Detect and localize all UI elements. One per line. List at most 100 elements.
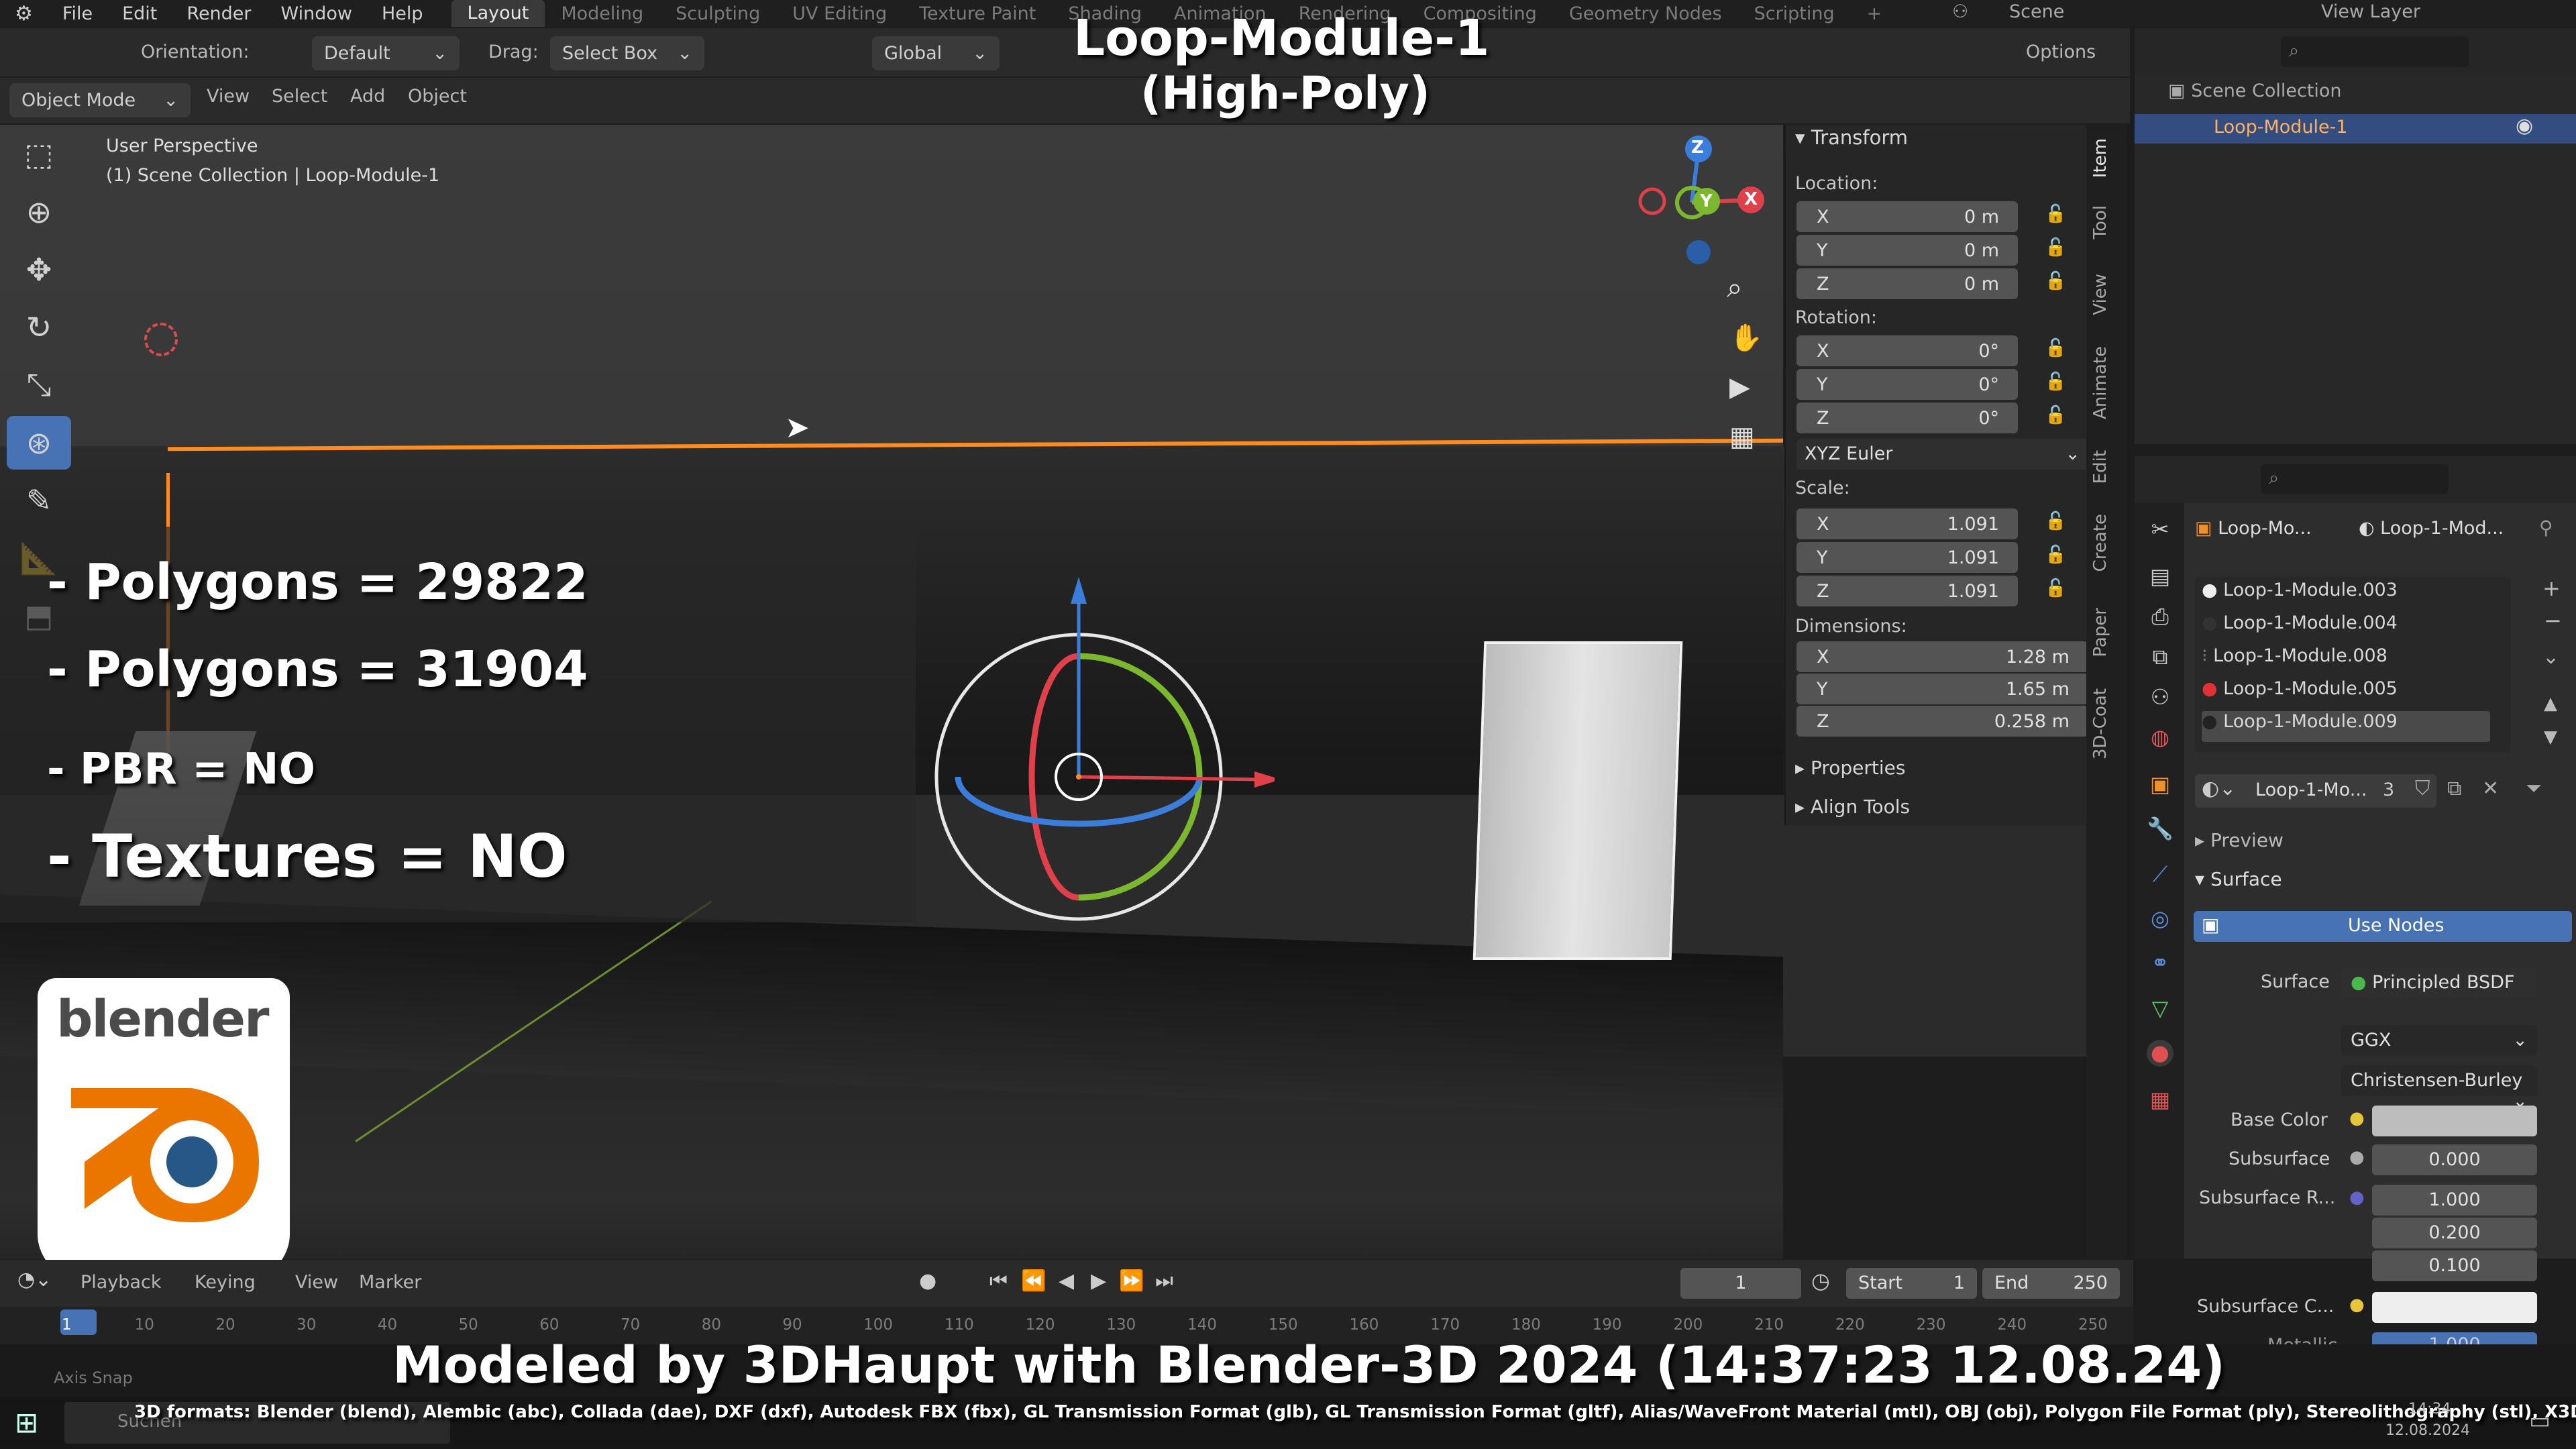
windows-start-icon[interactable]: ⊞ [15,1406,38,1439]
play-icon[interactable]: ▶ [1091,1269,1106,1293]
transform-section-header[interactable]: ▾ Transform [1795,126,1908,149]
tab-3d-coat[interactable]: 3D-Coat [2090,688,2123,759]
tab-item[interactable]: Item [2090,138,2123,178]
mode-dropdown[interactable]: Object Mode ⌄ [9,83,191,117]
material-filter-icon[interactable]: ⏷ [2526,777,2542,800]
world-tab-icon[interactable]: ◍ [2147,724,2174,751]
tool-tab-icon[interactable]: ✂ [2147,517,2174,543]
align-tools-section-header[interactable]: ▸ Align Tools [1795,796,1910,818]
select-box-tool-icon[interactable]: ⬚ [7,127,71,181]
subsurface-radius-y-field[interactable]: 0.200 [2372,1218,2537,1248]
notification-icon[interactable]: ▭ [2529,1407,2551,1434]
lock-icon[interactable]: 🔓 [2045,545,2072,572]
tab-uv-editing[interactable]: UV Editing [776,3,903,24]
subsurface-radius-z-field[interactable]: 0.100 [2372,1250,2537,1281]
list-item[interactable]: ● Loop-1-Module.004 [2202,612,2490,643]
fake-user-icon[interactable]: ⛉ [2415,777,2430,800]
drag-dropdown[interactable]: Select Box ⌄ [550,36,704,70]
dimensions-x-field[interactable]: X 1.28 m [1796,641,2088,672]
render-tab-icon[interactable]: ▤ [2147,564,2174,590]
dimensions-z-field[interactable]: Z 0.258 m [1796,706,2088,737]
scene-tab-icon[interactable]: ⚇ [2147,684,2174,711]
subsurface-color-swatch[interactable] [2372,1292,2537,1323]
play-reverse-icon[interactable]: ◀ [1059,1269,1074,1293]
tab-edit[interactable]: Edit [2090,450,2123,484]
scene-selector[interactable]: Scene [2009,1,2064,22]
marker-menu[interactable]: Marker [359,1272,421,1293]
constraints-tab-icon[interactable]: ⚭ [2147,950,2174,977]
subsurface-method-dropdown[interactable]: Christensen-Burley ⌄ [2341,1065,2537,1112]
subsurface-radius-x-field[interactable]: 1.000 [2372,1185,2537,1216]
tab-paper[interactable]: Paper [2090,608,2123,657]
move-down-button[interactable]: ▼ [2544,727,2557,747]
move-up-button[interactable]: ▲ [2544,694,2557,714]
move-tool-icon[interactable]: ✥ [7,243,71,297]
transform-tool-icon[interactable]: ⊛ [7,416,71,470]
jump-end-icon[interactable]: ⏭ [1155,1269,1173,1293]
location-x-field[interactable]: X 0 m [1796,201,2018,232]
rotation-z-field[interactable]: Z 0° [1796,402,2018,433]
zoom-icon[interactable]: ⌕ [1727,271,1743,305]
tab-create[interactable]: Create [2090,514,2123,572]
record-button-icon[interactable]: ● [919,1269,936,1293]
outliner-search-input[interactable]: ⌕ [2281,36,2469,67]
lock-icon[interactable]: 🔓 [2045,338,2072,365]
menu-edit[interactable]: Edit [107,3,172,24]
rotation-mode-dropdown[interactable]: XYZ Euler ⌄ [1796,439,2088,470]
orientation-dropdown[interactable]: Default ⌄ [312,36,460,70]
scale-z-field[interactable]: Z 1.091 [1796,576,2018,606]
distribution-dropdown[interactable]: GGX ⌄ [2341,1025,2537,1056]
rotation-y-field[interactable]: Y 0° [1796,369,2018,400]
grid-view-icon[interactable]: ▦ [1729,421,1755,452]
material-breadcrumb[interactable]: ◐ Loop-1-Mod... [2359,518,2504,539]
tab-scripting[interactable]: Scripting [1738,3,1851,24]
material-tab-icon[interactable]: ● [2147,1040,2174,1067]
modifier-tab-icon[interactable]: 🔧 [2147,816,2174,843]
outliner-item-row[interactable] [2135,114,2576,144]
tab-sculpting[interactable]: Sculpting [659,3,776,24]
visibility-eye-icon[interactable]: ◉ [2516,114,2533,138]
timeline-view-menu[interactable]: View [295,1272,338,1293]
view-layer-tab-icon[interactable]: ⧉ [2147,644,2174,671]
playback-menu[interactable]: Playback [80,1272,161,1293]
jump-start-icon[interactable]: ⏮ [989,1269,1008,1293]
texture-tab-icon[interactable]: ▦ [2147,1087,2174,1114]
menu-add[interactable]: Add [350,86,385,107]
menu-render[interactable]: Render [172,3,266,24]
list-item[interactable]: ⁝ Loop-1-Module.008 [2202,645,2490,676]
output-tab-icon[interactable]: ⎙ [2147,604,2174,631]
list-item[interactable]: ● Loop-1-Module.003 [2202,580,2490,610]
start-frame-field[interactable]: Start 1 [1846,1268,1977,1299]
options-button[interactable]: Options [2026,42,2096,62]
menu-help[interactable]: Help [367,3,438,24]
rotate-tool-icon[interactable]: ↻ [7,301,71,354]
3d-cursor-icon[interactable] [144,323,178,356]
menu-window[interactable]: Window [266,3,367,24]
lock-icon[interactable]: 🔓 [2045,372,2072,398]
blender-logo-icon[interactable]: ⚙ [0,2,48,25]
scale-tool-icon[interactable]: ⤡ [7,358,71,412]
cursor-tool-icon[interactable]: ⊕ [7,185,71,239]
scale-y-field[interactable]: Y 1.091 [1796,542,2018,573]
properties-section-header[interactable]: ▸ Properties [1795,757,1905,779]
add-workspace-icon[interactable]: + [1851,3,1898,24]
data-tab-icon[interactable]: ▽ [2147,996,2174,1022]
preview-range-icon[interactable]: ◷ [1811,1268,1830,1293]
properties-search-input[interactable]: ⌕ [2261,464,2449,494]
outliner-root-row[interactable]: ▣ Scene Collection [2168,80,2342,101]
scene-icon[interactable]: ⚇ [1952,1,1968,22]
menu-file[interactable]: File [48,3,107,24]
physics-tab-icon[interactable]: ◎ [2147,906,2174,932]
location-z-field[interactable]: Z 0 m [1796,268,2018,299]
base-color-swatch[interactable] [2372,1106,2537,1136]
tab-geometry-nodes[interactable]: Geometry Nodes [1553,3,1738,24]
subsurface-field[interactable]: 0.000 [2372,1144,2537,1175]
menu-view[interactable]: View [207,86,250,107]
current-frame-field[interactable]: 1 [1680,1268,1801,1299]
tab-layout[interactable]: Layout [451,0,545,27]
tab-view[interactable]: View [2090,274,2123,315]
pan-hand-icon[interactable]: ✋ [1729,322,1763,354]
slot-menu-button[interactable]: ⌄ [2542,645,2559,669]
view-layer-selector[interactable]: View Layer [2321,1,2420,22]
editor-type-icon[interactable]: ◔⌄ [17,1268,52,1291]
